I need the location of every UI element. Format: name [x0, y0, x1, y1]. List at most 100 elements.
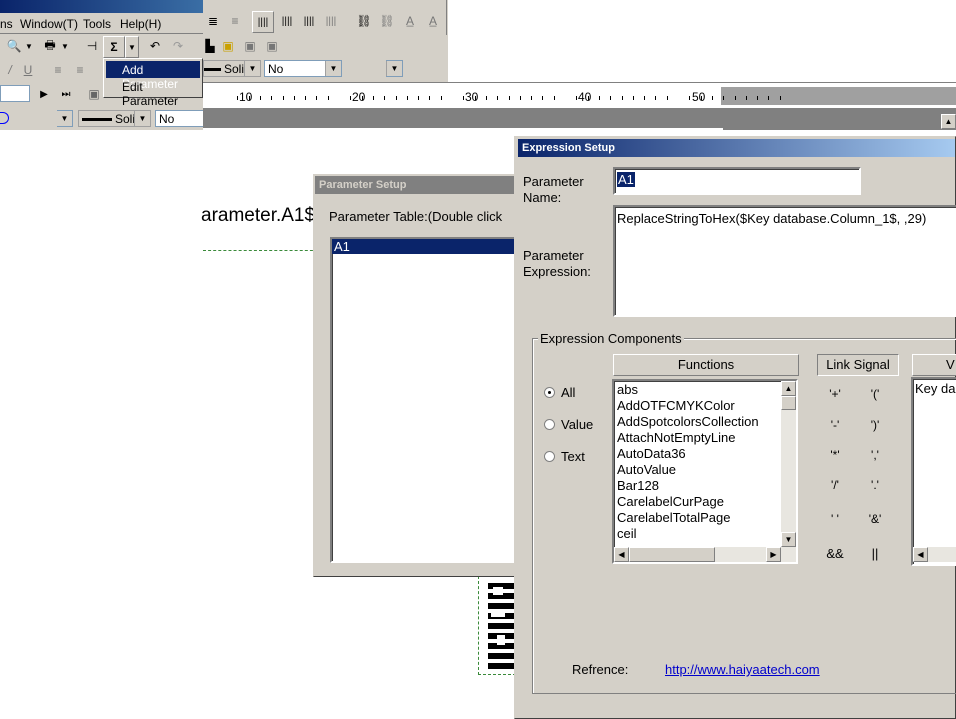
barcode-icon-2[interactable]: |||| — [277, 11, 297, 31]
page-field[interactable] — [0, 85, 30, 102]
underline-icon[interactable]: U — [18, 60, 38, 80]
next-page-icon[interactable]: ▶ — [34, 84, 54, 104]
link-signal-button[interactable]: '/' — [825, 478, 845, 492]
link-signal-button[interactable]: '&' — [865, 512, 885, 526]
link-signal-button[interactable]: '(' — [865, 387, 885, 401]
function-item[interactable]: AttachNotEmptyLine — [617, 430, 736, 445]
parameter-table[interactable]: A1 — [330, 237, 524, 563]
ruler-tick — [463, 96, 464, 100]
shape-icon-1[interactable]: ▙ — [200, 36, 220, 56]
chevron-down-icon: ▼ — [325, 61, 341, 76]
ruler-tick — [633, 96, 634, 100]
radio-value[interactable] — [544, 419, 555, 430]
canvas-label-text[interactable]: arameter.A1$ — [201, 205, 315, 227]
barcode-icon-3[interactable]: |||| — [299, 11, 319, 31]
reference-link[interactable]: http://www.haiyaatech.com — [665, 662, 820, 677]
italic-icon[interactable]: / — [0, 60, 20, 80]
line-style-select-2[interactable]: Solic ▼ — [78, 110, 151, 127]
pin-icon[interactable]: ⊣ — [82, 36, 102, 56]
parameter-name-input[interactable]: A1 — [613, 167, 861, 195]
function-item[interactable]: CarelabelTotalPage — [617, 510, 730, 525]
values-list[interactable]: Key da ◀ — [911, 377, 956, 566]
ruler-tick — [249, 96, 250, 100]
scroll-left-icon[interactable]: ◀ — [913, 547, 928, 562]
values-list-item[interactable]: Key da — [915, 381, 955, 396]
scroll-right-icon[interactable]: ▶ — [766, 547, 781, 562]
ruler-tick — [735, 96, 736, 100]
justify-icon[interactable]: ≡ — [225, 11, 245, 31]
scroll-up-icon[interactable]: ▲ — [781, 381, 796, 396]
values-hscroll[interactable]: ◀ — [913, 547, 956, 562]
shape-icon-3[interactable]: ▣ — [240, 36, 260, 56]
link-signal-button[interactable]: '*' — [825, 448, 845, 462]
menu-window[interactable]: Window(T) — [20, 13, 78, 33]
sigma-icon[interactable]: Σ — [103, 36, 125, 58]
barcode-image[interactable] — [478, 576, 516, 675]
link-signal-button[interactable]: && — [825, 546, 845, 561]
chevron-down-icon[interactable]: ▼ — [24, 36, 34, 56]
functions-hscroll[interactable]: ◀ ▶ — [614, 547, 796, 562]
combo-no-2[interactable]: No — [155, 110, 203, 127]
redo-icon[interactable]: ↷ — [168, 36, 188, 56]
function-item[interactable]: Bar128 — [617, 478, 659, 493]
functions-list[interactable]: abs AddOTFCMYKColor AddSpotcolorsCollectio… — [612, 379, 798, 564]
link-signal-button[interactable]: || — [865, 546, 885, 561]
chevron-down-icon[interactable]: ▼ — [60, 36, 70, 56]
barcode-block-white — [491, 611, 505, 617]
function-item[interactable]: AutoValue — [617, 462, 676, 477]
function-item[interactable]: ceil — [617, 526, 637, 541]
link-signal-button[interactable]: ',' — [865, 448, 885, 462]
align-center-icon[interactable]: ≡ — [70, 60, 90, 80]
menu-item-edit-parameter[interactable]: Edit Parameter — [106, 79, 200, 108]
text-style-icon-2[interactable]: A̲ — [423, 11, 443, 31]
functions-vscroll[interactable]: ▲ ▼ — [781, 381, 796, 547]
table-row-label: A1 — [334, 239, 350, 254]
combo-empty[interactable]: ▼ — [386, 60, 403, 77]
dropdown-small[interactable]: ▼ — [57, 110, 73, 127]
ruler-tick — [328, 96, 329, 100]
function-item[interactable]: AddSpotcolorsCollection — [617, 414, 759, 429]
layer-icon[interactable]: ▣ — [84, 84, 104, 104]
menu-help[interactable]: Help(H) — [120, 13, 161, 33]
barcode-icon-1[interactable]: |||| — [252, 11, 274, 33]
scroll-left-icon[interactable]: ◀ — [614, 547, 629, 562]
scroll-up-icon[interactable]: ▲ — [941, 114, 956, 129]
unlink-icon[interactable]: ⛓ — [377, 11, 397, 31]
last-page-icon[interactable]: ⏭ — [56, 84, 76, 104]
chevron-down-icon[interactable]: ▼ — [125, 36, 139, 58]
barcode-icon-4[interactable]: |||| — [321, 11, 341, 31]
parameter-expression-input[interactable]: ReplaceStringToHex($Key database.Column_… — [613, 205, 956, 317]
align-icon[interactable]: ≣ — [203, 11, 223, 31]
link-signal-button[interactable]: '+' — [825, 387, 845, 401]
line-style-select-1[interactable]: Solic ▼ — [203, 60, 261, 77]
scroll-thumb[interactable] — [781, 396, 796, 410]
radio-all[interactable] — [544, 387, 555, 398]
print-preview-icon[interactable]: 🔍 — [4, 36, 24, 56]
toolbar-region-right-fill — [448, 0, 956, 82]
menu-tools[interactable]: Tools — [83, 13, 111, 33]
function-item[interactable]: abs — [617, 382, 638, 397]
link-signal-button[interactable]: ' ' — [825, 512, 845, 526]
menu-partial[interactable]: ns — [0, 13, 13, 33]
shape-icon-4[interactable]: ▣ — [262, 36, 282, 56]
link-signal-button[interactable]: '-' — [825, 418, 845, 432]
menu-item-add-parameter[interactable]: Add Parameter — [106, 61, 200, 91]
ruler-tick — [610, 96, 611, 100]
scroll-down-icon[interactable]: ▼ — [781, 532, 796, 547]
radio-text[interactable] — [544, 451, 555, 462]
shape-icon-2[interactable]: ▣ — [218, 36, 238, 56]
scroll-thumb-h[interactable] — [629, 547, 715, 562]
align-left-icon[interactable]: ≡ — [48, 60, 68, 80]
function-item[interactable]: CarelabelCurPage — [617, 494, 724, 509]
undo-icon[interactable]: ↶ — [145, 36, 165, 56]
text-style-icon-1[interactable]: A̲ — [400, 11, 420, 31]
ruler-tick — [407, 96, 408, 100]
function-item[interactable]: AutoData36 — [617, 446, 686, 461]
link-signal-button[interactable]: ')' — [865, 418, 885, 432]
table-row[interactable]: A1 — [332, 239, 522, 254]
link-icon[interactable]: ⛓ — [354, 11, 374, 31]
printer-icon[interactable]: 🖶 — [40, 36, 60, 56]
combo-no-1[interactable]: No ▼ — [264, 60, 342, 77]
function-item[interactable]: AddOTFCMYKColor — [617, 398, 735, 413]
link-signal-button[interactable]: '.' — [865, 478, 885, 492]
